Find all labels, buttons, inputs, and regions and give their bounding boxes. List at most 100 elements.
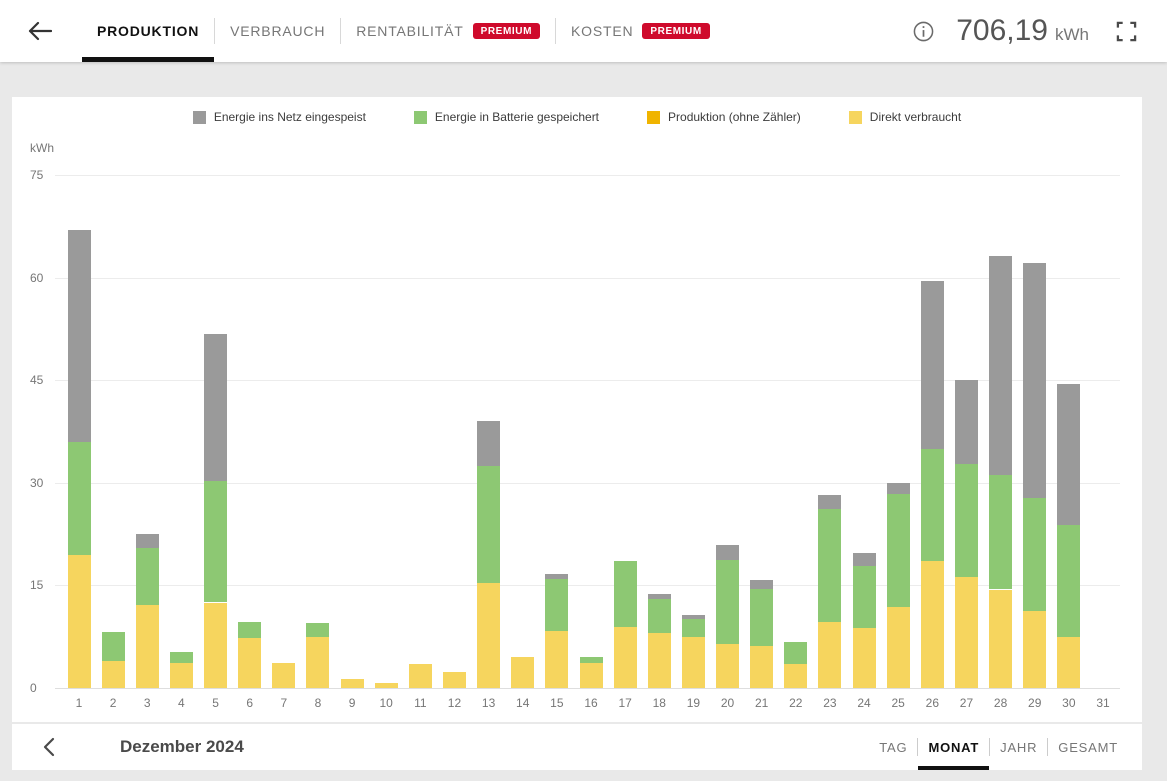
bar-segment-day-21[interactable] [750, 645, 774, 688]
x-tick-label: 3 [143, 696, 151, 710]
bar-segment-day-13[interactable] [477, 583, 501, 688]
previous-period-button[interactable] [38, 724, 58, 770]
x-tick-label: 26 [925, 696, 939, 710]
premium-badge: PREMIUM [642, 23, 710, 39]
bar-segment-day-30[interactable] [1057, 636, 1081, 688]
bar-segment-day-2[interactable] [101, 631, 125, 661]
bar-segment-day-29[interactable] [1023, 497, 1047, 611]
bar-segment-day-8[interactable] [306, 623, 330, 637]
bar-segment-day-25[interactable] [886, 483, 910, 495]
bar-segment-day-28[interactable] [989, 256, 1013, 475]
bar-segment-day-4[interactable] [169, 651, 193, 664]
bar-segment-day-1[interactable] [67, 229, 91, 442]
view-tab-monat[interactable]: MONAT [918, 724, 989, 770]
bar-segment-day-6[interactable] [238, 638, 262, 688]
bar-segment-day-22[interactable] [784, 664, 808, 688]
bar-segment-day-12[interactable] [442, 672, 466, 688]
x-tick-label: 29 [1028, 696, 1042, 710]
gridline [55, 277, 1120, 279]
view-switcher: TAG MONAT JAHR GESAMT [869, 724, 1128, 770]
bar-segment-day-1[interactable] [67, 554, 91, 688]
bar-segment-day-1[interactable] [67, 441, 91, 555]
bar-segment-day-18[interactable] [647, 633, 671, 688]
bar-segment-day-20[interactable] [716, 560, 740, 645]
bar-segment-day-23[interactable] [818, 622, 842, 688]
bar-segment-day-29[interactable] [1023, 610, 1047, 688]
bar-segment-day-21[interactable] [750, 579, 774, 589]
view-tab-tag[interactable]: TAG [869, 724, 917, 770]
bar-segment-day-3[interactable] [135, 534, 159, 548]
bar-segment-day-27[interactable] [954, 464, 978, 578]
bar-segment-day-19[interactable] [681, 614, 705, 619]
x-tick-label: 31 [1096, 696, 1110, 710]
bar-segment-day-18[interactable] [647, 594, 671, 600]
bar-segment-day-24[interactable] [852, 552, 876, 567]
x-tick-label: 7 [280, 696, 288, 710]
bar-segment-day-26[interactable] [920, 560, 944, 688]
bar-segment-day-5[interactable] [204, 480, 228, 603]
bar-segment-day-15[interactable] [545, 578, 569, 631]
bar-segment-day-15[interactable] [545, 630, 569, 688]
bar-segment-day-17[interactable] [613, 561, 637, 628]
bar-segment-day-14[interactable] [511, 656, 535, 688]
x-tick-label: 25 [891, 696, 905, 710]
bar-segment-day-30[interactable] [1057, 524, 1081, 637]
bar-segment-day-23[interactable] [818, 495, 842, 509]
bar-segment-day-3[interactable] [135, 604, 159, 688]
view-tab-jahr[interactable]: JAHR [990, 724, 1047, 770]
tab-produktion[interactable]: PRODUKTION [82, 0, 215, 62]
x-tick-label: 18 [652, 696, 666, 710]
bar-segment-day-21[interactable] [750, 588, 774, 646]
bar-segment-day-13[interactable] [477, 420, 501, 466]
bar-segment-day-26[interactable] [920, 448, 944, 561]
bar-segment-day-16[interactable] [579, 656, 603, 664]
bar-segment-day-22[interactable] [784, 642, 808, 665]
bar-segment-day-19[interactable] [681, 637, 705, 688]
bar-segment-day-16[interactable] [579, 663, 603, 688]
bar-segment-day-27[interactable] [954, 577, 978, 688]
x-tick-label: 17 [618, 696, 632, 710]
back-button[interactable] [28, 0, 52, 62]
bar-segment-day-19[interactable] [681, 618, 705, 638]
bar-segment-day-30[interactable] [1057, 383, 1081, 525]
bar-segment-day-8[interactable] [306, 636, 330, 688]
bar-segment-day-13[interactable] [477, 465, 501, 584]
tab-kosten[interactable]: KOSTEN PREMIUM [556, 0, 725, 62]
chevron-left-icon [43, 737, 54, 757]
bar-segment-day-7[interactable] [272, 662, 296, 688]
bar-segment-day-26[interactable] [920, 281, 944, 449]
fullscreen-icon[interactable] [1116, 21, 1137, 42]
bar-segment-day-15[interactable] [545, 573, 569, 579]
view-tab-gesamt[interactable]: GESAMT [1048, 724, 1128, 770]
bar-segment-day-4[interactable] [169, 663, 193, 688]
bar-segment-day-10[interactable] [374, 682, 398, 688]
bar-segment-day-5[interactable] [204, 333, 228, 481]
bar-segment-day-3[interactable] [135, 547, 159, 605]
bar-segment-day-11[interactable] [408, 664, 432, 688]
period-toolbar: Dezember 2024 TAG MONAT JAHR GESAMT [12, 724, 1142, 770]
bar-segment-day-2[interactable] [101, 660, 125, 688]
bar-segment-day-9[interactable] [340, 679, 364, 688]
bar-segment-day-6[interactable] [238, 621, 262, 639]
bar-segment-day-28[interactable] [989, 474, 1013, 590]
bar-segment-day-25[interactable] [886, 607, 910, 688]
bar-segment-day-24[interactable] [852, 627, 876, 688]
bar-segment-day-28[interactable] [989, 589, 1013, 688]
bar-segment-day-18[interactable] [647, 599, 671, 634]
bar-segment-day-20[interactable] [716, 644, 740, 688]
tab-rentabilität[interactable]: RENTABILITÄT PREMIUM [341, 0, 555, 62]
y-tick-label: 15 [30, 578, 44, 593]
bar-segment-day-23[interactable] [818, 508, 842, 623]
bar-segment-day-25[interactable] [886, 494, 910, 608]
bar-segment-day-17[interactable] [613, 627, 637, 688]
arrow-left-icon [28, 21, 52, 41]
bar-segment-day-29[interactable] [1023, 263, 1047, 498]
bar-segment-day-5[interactable] [204, 602, 228, 688]
bar-segment-day-24[interactable] [852, 566, 876, 628]
tab-label: PRODUKTION [97, 23, 200, 39]
info-icon[interactable] [913, 21, 934, 42]
bar-segment-day-27[interactable] [954, 379, 978, 465]
tab-verbrauch[interactable]: VERBRAUCH [215, 0, 340, 62]
y-tick-label: 0 [30, 681, 37, 695]
bar-segment-day-20[interactable] [716, 545, 740, 561]
